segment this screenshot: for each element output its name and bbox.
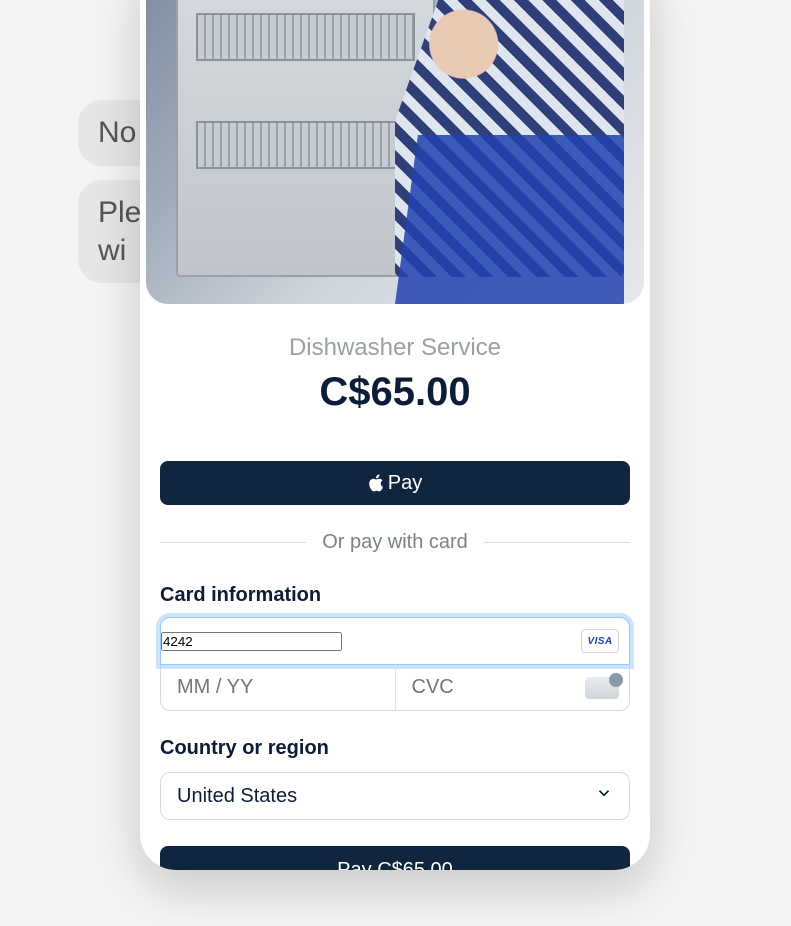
product-name: Dishwasher Service [160,334,630,362]
country-select[interactable]: United States [160,772,630,820]
checkout-card: Dishwasher Service C$65.00 Pay Or pay wi… [140,0,650,870]
divider-line-left [160,542,306,543]
product-price: C$65.00 [160,370,630,415]
card-expiry-input[interactable] [161,665,395,710]
divider-line-right [484,542,630,543]
visa-card-icon: VISA [581,629,619,653]
card-information-label: Card information [160,584,630,607]
cvc-card-icon [585,677,619,699]
dish-rack-lower [196,121,415,168]
apple-pay-button[interactable]: Pay [160,461,630,505]
country-selected-value: United States [177,785,297,808]
product-image [146,0,644,304]
country-region-label: Country or region [160,737,630,760]
card-number-field-wrap[interactable]: VISA [160,617,630,665]
card-number-input[interactable] [161,632,342,651]
pay-button[interactable]: Pay C$65.00 [160,846,630,870]
divider-text: Or pay with card [322,531,468,554]
chevron-down-icon [595,784,613,808]
dish-rack-upper [196,13,415,60]
apple-logo-icon [368,474,384,492]
technician-apron [395,135,624,304]
apple-pay-label: Pay [388,472,422,495]
pay-with-card-divider: Or pay with card [160,531,630,554]
